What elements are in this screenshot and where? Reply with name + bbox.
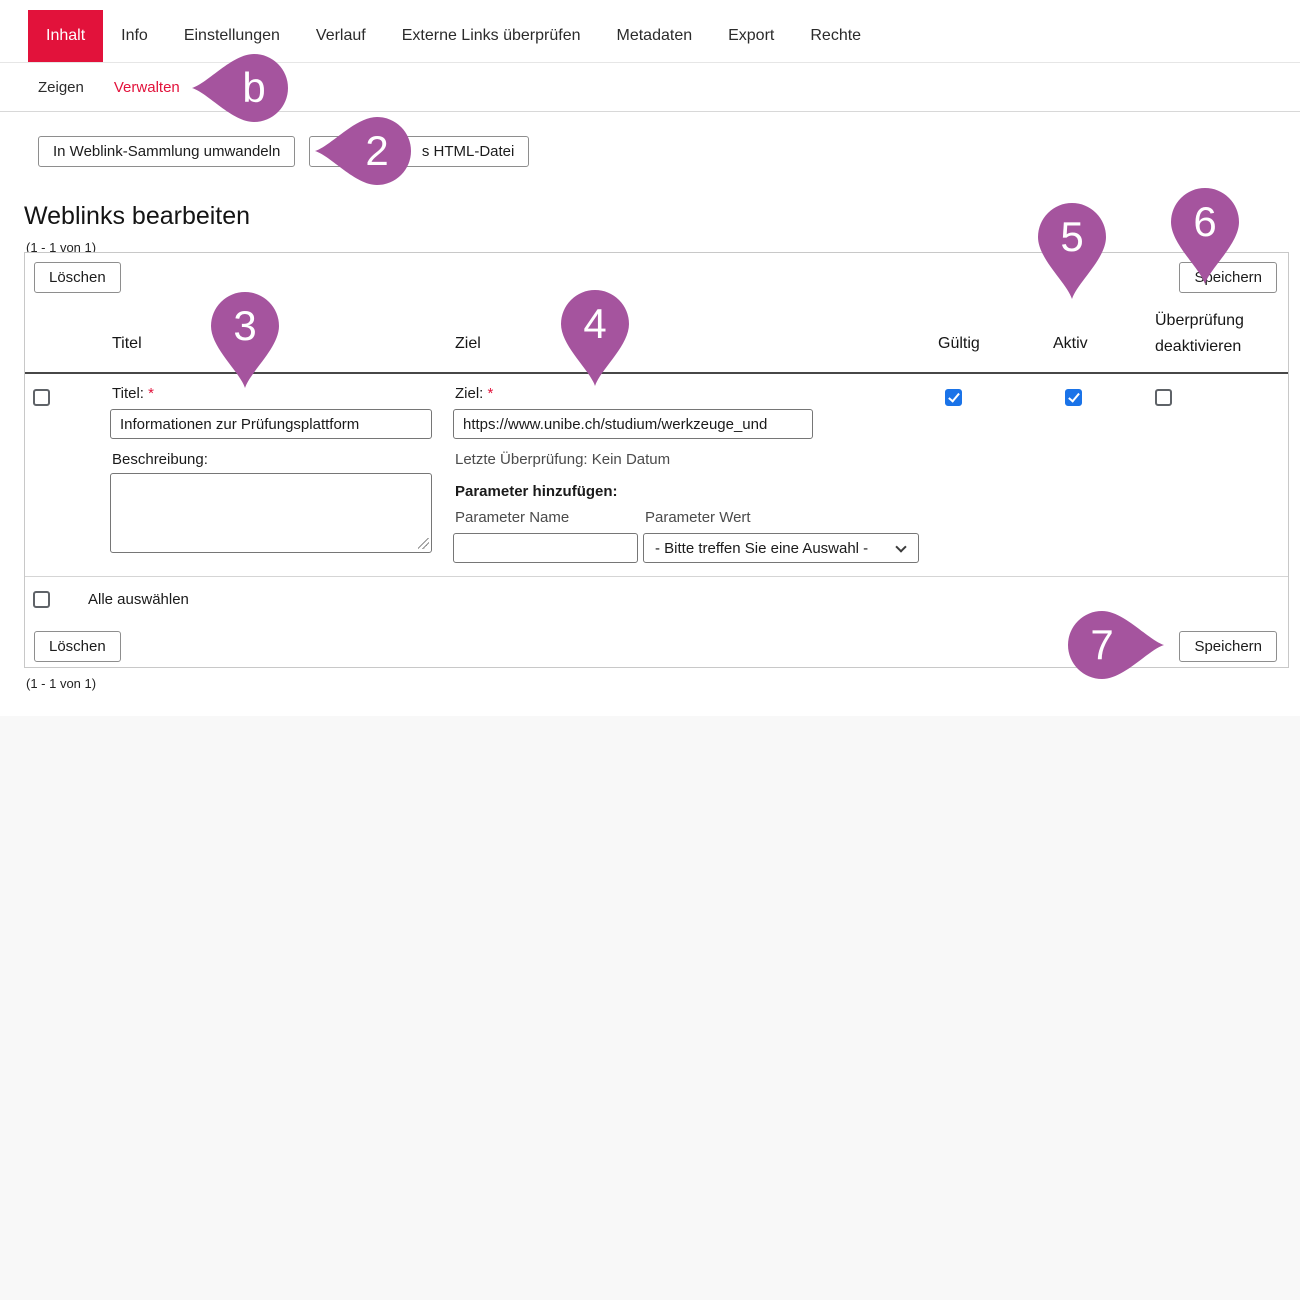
tab-einstellungen[interactable]: Einstellungen <box>166 10 298 62</box>
page: Inhalt Info Einstellungen Verlauf Extern… <box>0 0 1300 1300</box>
subtab-verwalten[interactable]: Verwalten <box>114 79 180 96</box>
parameter-wert-selected-value: - Bitte treffen Sie eine Auswahl - <box>655 540 868 557</box>
column-header-titel: Titel <box>112 335 142 353</box>
ziel-field-label: Ziel: * <box>455 385 493 402</box>
html-file-button[interactable]: s HTML-Datei <box>309 136 529 167</box>
ziel-label-text: Ziel: <box>455 385 483 402</box>
page-title: Weblinks bearbeiten <box>24 202 250 231</box>
action-button-row: In Weblink-Sammlung umwandeln s HTML-Dat… <box>38 136 529 167</box>
tab-info[interactable]: Info <box>103 10 166 62</box>
tab-rechte[interactable]: Rechte <box>792 10 879 62</box>
column-header-ziel: Ziel <box>455 335 481 353</box>
aktiv-checkbox[interactable] <box>1065 389 1082 406</box>
main-tab-bar: Inhalt Info Einstellungen Verlauf Extern… <box>28 10 879 62</box>
tab-export[interactable]: Export <box>710 10 792 62</box>
sub-tab-bar: Zeigen Verwalten <box>0 62 1300 112</box>
parameter-heading: Parameter hinzufügen: <box>455 483 618 500</box>
gueltig-checkbox[interactable] <box>945 389 962 406</box>
convert-to-weblink-collection-button[interactable]: In Weblink-Sammlung umwandeln <box>38 136 295 167</box>
marker-label: 6 <box>1167 196 1243 248</box>
ziel-input[interactable] <box>453 409 813 439</box>
subtab-zeigen[interactable]: Zeigen <box>38 79 84 96</box>
column-header-gueltig: Gültig <box>938 335 980 353</box>
page-background-area <box>0 716 1300 1300</box>
select-all-checkbox[interactable] <box>33 591 50 608</box>
header-divider <box>25 372 1288 374</box>
titel-field-label: Titel: * <box>112 385 154 402</box>
last-check-text: Letzte Überprüfung: Kein Datum <box>455 451 670 468</box>
ueberpruefung-deaktivieren-checkbox[interactable] <box>1155 389 1172 406</box>
parameter-wert-label: Parameter Wert <box>645 509 751 526</box>
row-divider <box>25 576 1288 577</box>
parameter-name-input[interactable] <box>453 533 638 563</box>
titel-label-text: Titel: <box>112 385 144 402</box>
column-header-ueberpruefung-deaktivieren: Überprüfung deaktivieren <box>1155 308 1244 360</box>
titel-input[interactable] <box>110 409 432 439</box>
required-asterisk: * <box>488 385 494 402</box>
row-checkbox[interactable] <box>33 389 50 406</box>
tab-verlauf[interactable]: Verlauf <box>298 10 384 62</box>
tab-inhalt[interactable]: Inhalt <box>28 10 103 62</box>
save-button-bottom[interactable]: Speichern <box>1179 631 1277 662</box>
column-header-ueberpruefung-line2: deaktivieren <box>1155 334 1244 360</box>
beschreibung-textarea-wrap <box>110 473 432 553</box>
tab-metadaten[interactable]: Metadaten <box>599 10 711 62</box>
chevron-down-icon <box>895 541 906 552</box>
tab-externe-links-ueberpruefen[interactable]: Externe Links überprüfen <box>384 10 599 62</box>
parameter-name-label: Parameter Name <box>455 509 569 526</box>
required-asterisk: * <box>148 385 154 402</box>
column-header-ueberpruefung-line1: Überprüfung <box>1155 308 1244 334</box>
delete-button-bottom[interactable]: Löschen <box>34 631 121 662</box>
weblinks-edit-table: Löschen Speichern Titel Ziel Gültig Akti… <box>24 252 1289 668</box>
result-count-bottom: (1 - 1 von 1) <box>26 676 96 691</box>
parameter-wert-select[interactable]: - Bitte treffen Sie eine Auswahl - <box>643 533 919 563</box>
beschreibung-field-label: Beschreibung: <box>112 451 208 468</box>
column-header-aktiv: Aktiv <box>1053 335 1088 353</box>
beschreibung-textarea[interactable] <box>110 473 432 553</box>
delete-button-top[interactable]: Löschen <box>34 262 121 293</box>
save-button-top[interactable]: Speichern <box>1179 262 1277 293</box>
select-all-label: Alle auswählen <box>88 591 189 608</box>
